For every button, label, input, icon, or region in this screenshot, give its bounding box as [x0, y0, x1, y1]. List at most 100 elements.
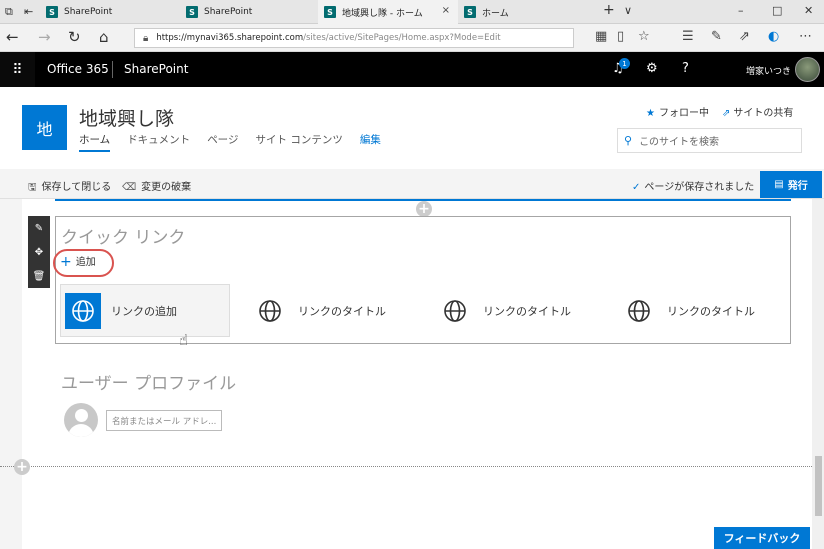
window-menu-icon[interactable]: ⧉	[5, 5, 13, 19]
nav-pages[interactable]: ページ	[207, 132, 238, 152]
hand-cursor-icon: ☝	[179, 331, 189, 349]
section-divider	[0, 466, 812, 467]
save-and-close-button[interactable]: 🖫︎ 保存して閉じる	[28, 178, 111, 197]
set-aside-tabs-icon[interactable]: ⇤	[24, 5, 33, 18]
nav-edit-link[interactable]: 編集	[360, 132, 381, 152]
page-canvas: + ✎ ✥ 🗑︎ クイック リンク + 追加 リンクの追加 リンクのタイトル リン…	[0, 199, 812, 549]
minimize-button[interactable]: –	[738, 4, 744, 17]
tab-site-home[interactable]: S 地域興し隊 - ホーム ×	[318, 0, 458, 24]
site-title[interactable]: 地域興し隊	[79, 104, 174, 131]
more-icon[interactable]: ⋯	[799, 29, 812, 44]
reading-view-icon[interactable]: ▯	[617, 29, 624, 44]
url-field[interactable]: 🔒︎ https://mynavi365.sharepoint.com /sit…	[134, 28, 574, 48]
extension-icon[interactable]: ▦	[595, 29, 607, 44]
delete-trash-icon[interactable]: 🗑︎	[33, 271, 46, 282]
site-search-box[interactable]: ⚲ このサイトを検索	[617, 128, 802, 153]
suite-bar: ⠿ Office 365 SharePoint ♫ 1 ⚙ ? 増家いつき	[0, 52, 824, 87]
link-card[interactable]: リンクのタイトル	[248, 284, 418, 337]
favorites-hub-icon[interactable]: ☰	[682, 29, 694, 44]
maximize-button[interactable]: □	[772, 4, 782, 17]
avatar[interactable]	[795, 57, 820, 82]
sharepoint-icon: S	[464, 6, 476, 18]
share-icon[interactable]: ⇗	[739, 29, 750, 44]
help-icon[interactable]: ?	[682, 61, 689, 76]
discard-changes-button[interactable]: ⌫ 変更の破棄	[122, 178, 191, 193]
scrollbar-thumb[interactable]	[815, 456, 822, 516]
follow-button[interactable]: ★ フォロー中	[646, 104, 709, 119]
url-path: /sites/active/SitePages/Home.aspx?Mode=E…	[303, 33, 501, 43]
nav-site-contents[interactable]: サイト コンテンツ	[255, 132, 342, 152]
highlight-circle	[53, 249, 114, 277]
site-logo[interactable]: 地	[22, 105, 67, 150]
command-bar: 🖫︎ 保存して閉じる ⌫ 変更の破棄 ✓ ページが保存されました	[0, 169, 824, 199]
new-tab-button[interactable]: +	[603, 2, 615, 18]
tab-list-button[interactable]: ∨	[624, 4, 632, 17]
feedback-button[interactable]: フィードバック	[714, 527, 810, 549]
site-header: 地 地域興し隊 ホーム ドキュメント ページ サイト コンテンツ 編集 ★ フォロ…	[0, 87, 824, 169]
link-title: リンクのタイトル	[483, 304, 571, 318]
add-section-icon[interactable]: +	[416, 201, 432, 217]
user-profile-title[interactable]: ユーザー プロファイル	[61, 369, 236, 394]
quick-links-title[interactable]: クイック リンク	[61, 223, 185, 248]
webpart-toolbar: ✎ ✥ 🗑︎	[28, 216, 50, 288]
save-close-label: 保存して閉じる	[41, 182, 112, 193]
link-card-add[interactable]: リンクの追加	[60, 284, 230, 337]
share-site-button[interactable]: ⇗ サイトの共有	[722, 104, 793, 119]
publish-button[interactable]: ▤ 発行	[760, 171, 822, 198]
tab-home[interactable]: S ホーム	[458, 0, 596, 24]
divider	[112, 61, 113, 78]
share-label: サイトの共有	[733, 108, 794, 119]
home-icon[interactable]: ⌂	[99, 28, 109, 46]
tab-title: SharePoint	[64, 7, 113, 17]
globe-icon	[437, 293, 473, 329]
favorite-star-icon[interactable]: ☆	[638, 29, 650, 44]
notification-badge: 1	[619, 58, 630, 69]
cortana-icon[interactable]: ◐	[768, 29, 779, 44]
save-status-text: ページが保存されました	[644, 182, 755, 193]
link-card[interactable]: リンクのタイトル	[617, 284, 787, 337]
add-section-icon[interactable]: +	[14, 459, 30, 475]
notes-pen-icon[interactable]: ✎	[711, 29, 722, 44]
app-launcher-icon[interactable]: ⠿	[0, 52, 35, 87]
tab-title: SharePoint	[204, 7, 253, 17]
share-icon: ⇗	[722, 108, 731, 119]
link-card[interactable]: リンクのタイトル	[433, 284, 603, 337]
save-icon: 🖫︎	[28, 182, 37, 193]
left-margin	[0, 199, 22, 549]
search-icon: ⚲	[624, 134, 633, 147]
checkmark-icon: ✓	[632, 182, 641, 193]
sharepoint-icon: S	[324, 6, 336, 18]
globe-icon	[621, 293, 657, 329]
globe-icon	[252, 293, 288, 329]
sharepoint-link[interactable]: SharePoint	[124, 62, 188, 76]
publish-icon: ▤	[774, 179, 784, 190]
lock-icon: 🔒︎	[143, 32, 149, 44]
user-name[interactable]: 増家いつき	[746, 64, 791, 77]
office365-link[interactable]: Office 365	[47, 62, 109, 76]
nav-documents[interactable]: ドキュメント	[127, 132, 190, 152]
site-navigation: ホーム ドキュメント ページ サイト コンテンツ 編集	[79, 132, 381, 152]
refresh-icon[interactable]: ↻	[68, 28, 81, 46]
tab-title: ホーム	[482, 8, 509, 19]
tab-sharepoint-2[interactable]: S SharePoint	[180, 0, 318, 24]
settings-gear-icon[interactable]: ⚙	[646, 61, 658, 76]
person-placeholder-icon	[64, 403, 98, 437]
forward-icon[interactable]: →	[38, 28, 51, 46]
link-title: リンクのタイトル	[298, 304, 386, 318]
link-title: リンクのタイトル	[667, 304, 755, 318]
nav-home[interactable]: ホーム	[79, 132, 111, 152]
move-icon[interactable]: ✥	[35, 247, 43, 258]
close-tab-icon[interactable]: ×	[442, 5, 450, 16]
tab-sharepoint-1[interactable]: S SharePoint	[40, 0, 180, 24]
url-host: https://mynavi365.sharepoint.com	[156, 33, 304, 43]
link-title: リンクの追加	[111, 304, 177, 318]
tab-title: 地域興し隊 - ホーム	[342, 8, 423, 19]
back-icon[interactable]: ←	[6, 28, 19, 46]
save-status: ✓ ページが保存されました	[632, 178, 754, 193]
discard-icon: ⌫	[122, 182, 137, 193]
close-window-button[interactable]: ✕	[804, 4, 813, 17]
edit-pencil-icon[interactable]: ✎	[35, 223, 43, 234]
browser-tab-bar: ⧉ ⇤ S SharePoint S SharePoint S 地域興し隊 - …	[0, 0, 824, 24]
star-icon: ★	[646, 108, 655, 119]
people-picker-input[interactable]: 名前またはメール アドレ...	[106, 410, 222, 431]
